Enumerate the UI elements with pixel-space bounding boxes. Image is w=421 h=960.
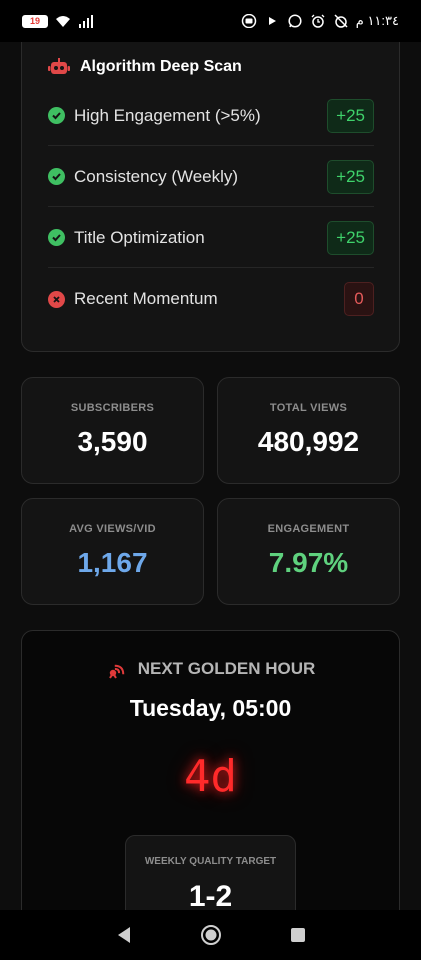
scan-row-label: Recent Momentum (74, 289, 218, 308)
robot-icon (48, 58, 70, 74)
back-icon (117, 927, 130, 943)
signal-icon (79, 15, 93, 28)
scan-row-title-optimization: Title Optimization +25 (48, 208, 374, 268)
stat-label: ENGAGEMENT (267, 523, 350, 535)
youtube-notification-icon (241, 14, 257, 28)
stat-label: TOTAL VIEWS (269, 402, 348, 414)
score-badge: +25 (327, 159, 374, 194)
weekly-quality-target-card: WEEKLY QUALITY TARGET 1-2 (125, 835, 296, 910)
broadcast-icon (108, 664, 124, 679)
scan-row-high-engagement: High Engagement (>5%) +25 (48, 86, 374, 146)
stat-card-total-views: TOTAL VIEWS 480,992 (217, 377, 400, 484)
scan-title: Algorithm Deep Scan (48, 58, 242, 76)
stat-card-subscribers: SUBSCRIBERS 3,590 (21, 377, 204, 484)
countdown-timer: 4d (184, 751, 237, 802)
battery-icon: 19 (22, 14, 48, 28)
system-nav-bar (0, 910, 421, 960)
stat-value: 480,992 (257, 426, 360, 457)
recents-icon (290, 928, 305, 942)
scan-title-text: Algorithm Deep Scan (80, 58, 242, 75)
scan-row-consistency: Consistency (Weekly) +25 (48, 147, 374, 207)
clock: ١١:٣٤ م (355, 13, 399, 28)
play-icon (268, 17, 276, 25)
whatsapp-icon (288, 14, 302, 28)
scan-row-label: Consistency (Weekly) (74, 166, 239, 186)
status-bar: 19 ١١:٣٤ م (0, 0, 421, 42)
scan-row-label: High Engagement (>5%) (74, 105, 261, 125)
score-badge: +25 (327, 220, 374, 255)
home-button[interactable] (200, 924, 222, 946)
alarm-icon (311, 14, 325, 28)
back-button[interactable] (113, 924, 135, 946)
scan-row-label: Title Optimization (74, 227, 205, 247)
golden-hour-heading-text: NEXT GOLDEN HOUR (137, 659, 316, 678)
algorithm-scan-card: Algorithm Deep Scan High Engagement (>5%… (21, 42, 400, 352)
stat-card-engagement: ENGAGEMENT 7.97% (217, 498, 400, 605)
check-circle-icon (48, 107, 65, 124)
stat-card-avg-views: AVG VIEWS/VID 1,167 (21, 498, 204, 605)
golden-hour-time: Tuesday, 05:00 (129, 695, 292, 721)
wifi-icon (56, 16, 70, 27)
target-label: WEEKLY QUALITY TARGET (144, 856, 277, 867)
alarm-off-icon (334, 14, 348, 28)
scan-row-recent-momentum: Recent Momentum 0 (48, 269, 374, 329)
check-circle-icon (48, 168, 65, 185)
score-badge: 0 (344, 282, 374, 316)
stat-value: 3,590 (77, 426, 148, 457)
x-circle-icon (48, 290, 65, 308)
dashboard-content: Algorithm Deep Scan High Engagement (>5%… (0, 42, 421, 910)
golden-hour-heading: NEXT GOLDEN HOUR (22, 659, 399, 679)
stat-value: 7.97% (268, 547, 349, 578)
golden-hour-card: NEXT GOLDEN HOUR Tuesday, 05:00 4d WEEKL… (21, 630, 400, 910)
home-icon (200, 925, 221, 945)
score-badge: +25 (327, 98, 374, 133)
stat-value: 1,167 (77, 547, 148, 578)
target-value: 1-2 (188, 880, 233, 910)
check-circle-icon (48, 229, 65, 246)
stat-label: SUBSCRIBERS (70, 402, 155, 414)
battery-level: 19 (29, 16, 40, 26)
stat-label: AVG VIEWS/VID (69, 523, 156, 535)
recents-button[interactable] (287, 924, 309, 946)
